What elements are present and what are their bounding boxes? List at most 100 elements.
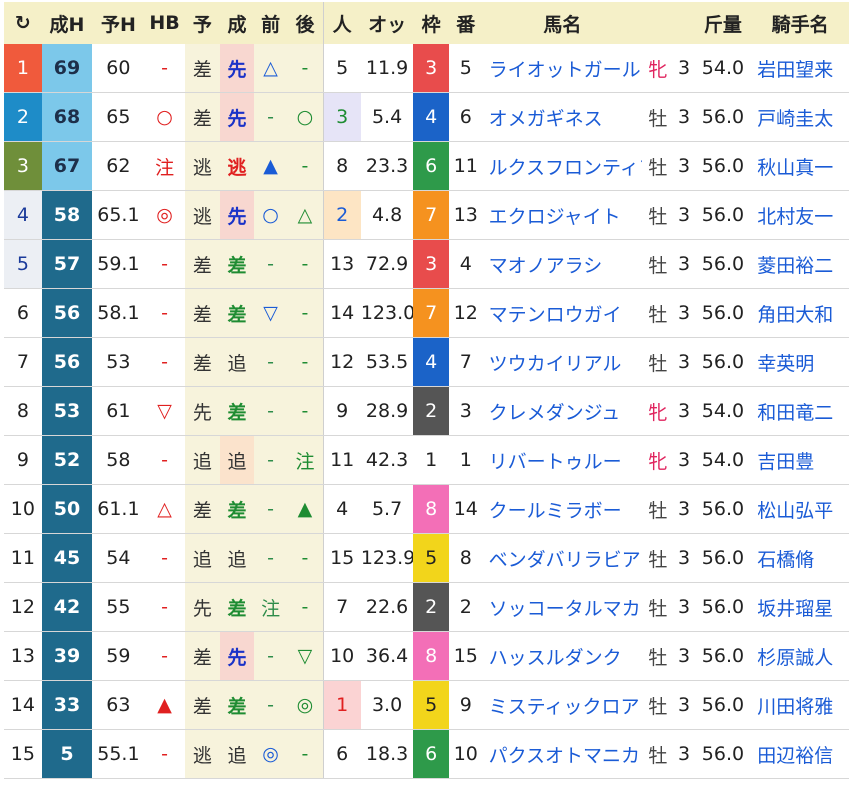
col-yo[interactable]: 予 — [184, 2, 221, 44]
col-odds[interactable]: オッ — [360, 2, 414, 44]
refresh-icon[interactable]: ↻ — [4, 2, 42, 44]
mae-mark-cell: - — [253, 92, 288, 142]
horse-name-link[interactable]: マオノアラシ — [482, 239, 643, 289]
horse-name-link[interactable]: ツウカイリアル — [482, 337, 643, 387]
jockey-link[interactable]: 和田竜二 — [751, 386, 849, 436]
jockey-link[interactable]: 石橋脩 — [751, 533, 849, 583]
horse-name-link[interactable]: クールミラボー — [482, 484, 643, 534]
sex-cell: 牡 — [642, 141, 674, 191]
jockey-link[interactable]: 杉原誠人 — [751, 631, 849, 681]
jockey-link[interactable]: 田辺裕信 — [751, 729, 849, 779]
table-row[interactable]: 9 52 58- 追追 - 注 11 42.3 1 1 リバートゥルー牝 3 54.0 吉田豊 — [4, 435, 849, 485]
jockey-link[interactable]: 秋山真一 — [751, 141, 849, 191]
col-seiseki-h[interactable]: 成H — [41, 2, 93, 44]
table-row[interactable]: 11 45 54- 追追 - -15 123.9 5 8 ベンダバリラビア牡 3 56.0 石橋脩 — [4, 533, 849, 583]
table-row[interactable]: 6 56 58.1- 差差 ▽ -14 123.0 7 12 マテンロウガイ牡 3 56.0 角田大和 — [4, 288, 849, 338]
col-horse-name[interactable]: 馬名 — [482, 2, 643, 44]
waku-cell: 5 — [413, 533, 449, 583]
seiseki-h-cell: 57 — [41, 239, 93, 289]
table-row[interactable]: 14 33 63 ▲ 差差 - ◎ 1 3.0 5 9 ミスティックロア牡 3 56.0 川田将雅 — [4, 680, 849, 730]
hb-mark-cell: - — [144, 337, 185, 387]
kinryo-cell: 56.0 — [694, 141, 752, 191]
mae-mark-cell: ▽ — [253, 288, 288, 338]
jockey-link[interactable]: 戸崎圭太 — [751, 92, 849, 142]
ninki-cell: 10 — [322, 631, 361, 681]
waku-cell: 8 — [413, 631, 449, 681]
table-row[interactable]: 15 5 55.1- 逃追 ◎ -6 18.3 6 10 パクスオトマニカ牡 3 56.0 田辺裕信 — [4, 729, 849, 779]
horse-name-link[interactable]: ミスティックロア — [482, 680, 643, 730]
col-kinryo[interactable]: 斤量 — [694, 2, 752, 44]
col-ato[interactable]: 後 — [287, 2, 324, 44]
sex-cell: 牡 — [642, 288, 674, 338]
ninki-cell: 7 — [322, 582, 361, 632]
yosou-h-cell: 62 — [92, 141, 145, 191]
seiseki-h-cell: 45 — [41, 533, 93, 583]
horse-name-link[interactable]: ルクスフロンティア — [482, 141, 643, 191]
header-row: ↻ 成H 予H HB 予 成 前 後 人 オッ 枠 番 馬名 斤量 騎手名 — [4, 2, 849, 44]
ato-mark-cell: ◎ — [287, 680, 324, 730]
horse-name-link[interactable]: ライオットガール — [482, 44, 643, 93]
col-ninki[interactable]: 人 — [322, 2, 361, 44]
jockey-link[interactable]: 北村友一 — [751, 190, 849, 240]
sex-cell: 牝 — [642, 435, 674, 485]
jockey-link[interactable]: 坂井瑠星 — [751, 582, 849, 632]
table-row[interactable]: 7 56 53- 差追 - -12 53.5 4 7 ツウカイリアル牡 3 56.0 幸英明 — [4, 337, 849, 387]
rank-cell: 3 — [4, 141, 42, 191]
odds-cell: 36.4 — [360, 631, 414, 681]
horse-name-link[interactable]: ソッコータルマカ — [482, 582, 643, 632]
col-mae[interactable]: 前 — [253, 2, 288, 44]
odds-cell: 5.4 — [360, 92, 414, 142]
table-row[interactable]: 10 50 61.1 △ 差差 - ▲ 4 5.7 8 14 クールミラボー牡 3 56.0 松山弘平 — [4, 484, 849, 534]
yosou-h-cell: 58 — [92, 435, 145, 485]
jockey-link[interactable]: 岩田望来 — [751, 44, 849, 93]
ninki-cell: 3 — [322, 92, 361, 142]
horse-name-link[interactable]: リバートゥルー — [482, 435, 643, 485]
table-row[interactable]: 12 42 55- 先差注 -7 22.6 2 2 ソッコータルマカ牡 3 56.0 坂井瑠星 — [4, 582, 849, 632]
seiseki-h-cell: 56 — [41, 288, 93, 338]
horse-name-link[interactable]: オメガギネス — [482, 92, 643, 142]
odds-cell: 72.9 — [360, 239, 414, 289]
table-row[interactable]: 4 58 65.1 ◎ 逃先 ○ △ 2 4.8 7 13 エクロジャイト牡 3 56.0 北村友一 — [4, 190, 849, 240]
yosou-h-cell: 54 — [92, 533, 145, 583]
table-row[interactable]: 1 69 60- 差先 △ -5 11.9 3 5 ライオットガール牝 3 54.0 岩田望来 — [4, 44, 849, 93]
horse-name-link[interactable]: パクスオトマニカ — [482, 729, 643, 779]
hb-mark-cell: ▽ — [144, 386, 185, 436]
col-jockey[interactable]: 騎手名 — [751, 2, 849, 44]
hb-mark-cell: - — [144, 435, 185, 485]
jockey-link[interactable]: 吉田豊 — [751, 435, 849, 485]
mae-mark-cell: - — [253, 435, 288, 485]
jockey-link[interactable]: 角田大和 — [751, 288, 849, 338]
col-sei[interactable]: 成 — [220, 2, 254, 44]
umaban-cell: 8 — [449, 533, 483, 583]
jockey-link[interactable]: 菱田裕二 — [751, 239, 849, 289]
yosou-h-cell: 65 — [92, 92, 145, 142]
horse-name-link[interactable]: クレメダンジュ — [482, 386, 643, 436]
hb-mark-cell: - — [144, 582, 185, 632]
jockey-link[interactable]: 川田将雅 — [751, 680, 849, 730]
mae-mark-cell: - — [253, 386, 288, 436]
table-row[interactable]: 3 67 62 注逃逃 ▲ -8 23.3 6 11 ルクスフロンティア牡 3 56.0 秋山真一 — [4, 141, 849, 191]
seiseki-h-cell: 67 — [41, 141, 93, 191]
table-row[interactable]: 8 53 61 ▽ 先差 - -9 28.9 2 3 クレメダンジュ牝 3 54.0 和田竜二 — [4, 386, 849, 436]
horse-name-link[interactable]: マテンロウガイ — [482, 288, 643, 338]
rank-cell: 7 — [4, 337, 42, 387]
yosou-h-cell: 53 — [92, 337, 145, 387]
yosou-style-cell: 差 — [184, 484, 221, 534]
sex-cell: 牡 — [642, 729, 674, 779]
table-row[interactable]: 13 39 59- 差先 - ▽ 10 36.4 8 15 ハッスルダンク牡 3 56.0 杉原誠人 — [4, 631, 849, 681]
umaban-cell: 11 — [449, 141, 483, 191]
col-ban[interactable]: 番 — [449, 2, 483, 44]
col-waku[interactable]: 枠 — [413, 2, 449, 44]
ato-mark-cell: - — [287, 141, 324, 191]
col-hb[interactable]: HB — [144, 2, 185, 44]
table-row[interactable]: 5 57 59.1- 差差 - -13 72.9 3 4 マオノアラシ牡 3 56.0 菱田裕二 — [4, 239, 849, 289]
horse-name-link[interactable]: ハッスルダンク — [482, 631, 643, 681]
horse-name-link[interactable]: ベンダバリラビア — [482, 533, 643, 583]
col-yosou-h[interactable]: 予H — [92, 2, 145, 44]
jockey-link[interactable]: 松山弘平 — [751, 484, 849, 534]
jockey-link[interactable]: 幸英明 — [751, 337, 849, 387]
horse-name-link[interactable]: エクロジャイト — [482, 190, 643, 240]
sex-cell: 牡 — [642, 92, 674, 142]
hb-mark-cell: ▲ — [144, 680, 185, 730]
table-row[interactable]: 2 68 65 ○ 差先 - ○ 3 5.4 4 6 オメガギネス牡 3 56.0 戸崎圭太 — [4, 92, 849, 142]
